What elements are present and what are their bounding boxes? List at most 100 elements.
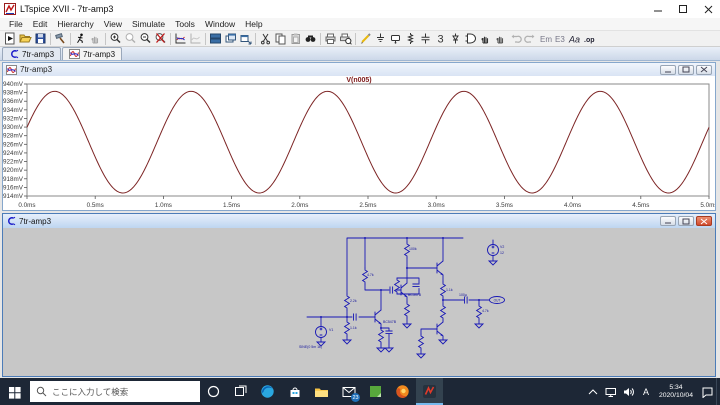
print-preview-button[interactable] xyxy=(338,32,353,46)
schematic-window-titlebar[interactable]: 7tr-amp3 xyxy=(3,214,715,228)
speaker-icon xyxy=(623,387,634,396)
system-tray: A 5:34 2020/10/04 xyxy=(584,378,720,405)
menu-file[interactable]: File xyxy=(4,19,28,29)
toolbar-separator xyxy=(50,32,51,45)
waveform-plot[interactable]: V(n005) 940mV 938mV 936mV 934mV 932mV 930mV 92… xyxy=(3,76,715,210)
place-text-button[interactable]: Aa xyxy=(568,32,583,46)
cascade-windows-button[interactable] xyxy=(223,32,238,46)
tab-schematic[interactable]: 7tr-amp3 xyxy=(2,47,62,60)
menu-view[interactable]: View xyxy=(99,19,127,29)
copy-button[interactable] xyxy=(273,32,288,46)
menu-window[interactable]: Window xyxy=(200,19,240,29)
schematic-icon xyxy=(11,49,19,59)
menu-help[interactable]: Help xyxy=(240,19,267,29)
mdi-area: 7tr-amp3 V(n005) 940mV 938mV 936mV 934mV 932… xyxy=(0,61,720,378)
start-button[interactable] xyxy=(0,378,30,405)
drag-button[interactable] xyxy=(493,32,508,46)
new-schematic-button[interactable] xyxy=(3,32,18,46)
toolbar-separator xyxy=(105,32,106,45)
zoom-in-button[interactable] xyxy=(108,32,123,46)
svg-text:4.0ms: 4.0ms xyxy=(564,202,581,209)
taskbar-mail-button[interactable]: 23 xyxy=(335,378,362,405)
ime-indicator[interactable]: A xyxy=(638,378,654,405)
paste-button[interactable] xyxy=(288,32,303,46)
taskbar-search-input[interactable]: ここに入力して検索 xyxy=(30,381,200,402)
task-view-button[interactable] xyxy=(227,378,254,405)
redo-button[interactable] xyxy=(523,32,538,46)
taskbar-edge-button[interactable] xyxy=(254,378,281,405)
tab-waveform[interactable]: 7tr-amp3 xyxy=(62,47,123,60)
component-label: 2.2k xyxy=(350,299,357,303)
child-maximize-button[interactable] xyxy=(678,216,694,226)
child-minimize-button[interactable] xyxy=(660,216,676,226)
zoom-back-button[interactable] xyxy=(123,32,138,46)
trace-title[interactable]: V(n005) xyxy=(3,77,715,84)
taskbar-sticky-notes-button[interactable] xyxy=(362,378,389,405)
net-label-out: OUT xyxy=(494,299,501,303)
minimize-button[interactable] xyxy=(645,0,670,18)
draw-wire-button[interactable] xyxy=(358,32,373,46)
find-button[interactable] xyxy=(303,32,318,46)
halt-button[interactable] xyxy=(88,32,103,46)
child-close-button[interactable] xyxy=(696,64,712,75)
close-button[interactable] xyxy=(695,0,720,18)
mirror-button[interactable]: Em xyxy=(538,32,553,46)
taskbar-firefox-button[interactable] xyxy=(389,378,416,405)
schematic-canvas[interactable]: 2.2k 1.1k 4.7k 100k 1.1k 4.7k BC547B BC5… xyxy=(3,228,715,376)
rotate-button[interactable]: E3 xyxy=(553,32,568,46)
menu-edit[interactable]: Edit xyxy=(28,19,53,29)
run-button[interactable] xyxy=(73,32,88,46)
menu-tools[interactable]: Tools xyxy=(170,19,200,29)
move-button[interactable] xyxy=(478,32,493,46)
tray-volume-button[interactable] xyxy=(620,378,638,405)
waveform-icon xyxy=(69,49,81,59)
child-close-button[interactable] xyxy=(696,216,712,226)
svg-text:1.0ms: 1.0ms xyxy=(155,202,172,209)
place-inductor-button[interactable]: 3 xyxy=(433,32,448,46)
place-net-label-button[interactable] xyxy=(388,32,403,46)
tray-network-button[interactable] xyxy=(602,378,620,405)
new-window-button[interactable] xyxy=(238,32,253,46)
place-resistor-button[interactable] xyxy=(403,32,418,46)
zoom-full-extents-button[interactable] xyxy=(153,32,168,46)
notification-icon xyxy=(702,387,712,398)
control-panel-button[interactable] xyxy=(53,32,68,46)
action-center-button[interactable] xyxy=(698,378,716,405)
tile-windows-button[interactable] xyxy=(208,32,223,46)
component-label: V2 xyxy=(500,245,504,249)
place-component-button[interactable] xyxy=(463,32,478,46)
taskbar-ltspice-button[interactable] xyxy=(416,378,443,405)
zoom-out-button[interactable] xyxy=(138,32,153,46)
print-button[interactable] xyxy=(323,32,338,46)
toolbar-separator xyxy=(70,32,71,45)
menu-simulate[interactable]: Simulate xyxy=(127,19,170,29)
child-maximize-button[interactable] xyxy=(678,64,694,75)
component-label: SINE(0 5m 1k) xyxy=(299,345,322,349)
place-ground-button[interactable] xyxy=(373,32,388,46)
plot-settings-button[interactable] xyxy=(188,32,203,46)
place-diode-button[interactable] xyxy=(448,32,463,46)
svg-text:918mV: 918mV xyxy=(3,176,24,183)
search-icon xyxy=(36,386,47,397)
document-tabbar: 7tr-amp3 7tr-amp3 xyxy=(0,47,720,61)
schematic-icon xyxy=(8,216,16,226)
taskbar-store-button[interactable] xyxy=(281,378,308,405)
autorange-y-button[interactable] xyxy=(173,32,188,46)
place-capacitor-button[interactable] xyxy=(418,32,433,46)
waveform-window-titlebar[interactable]: 7tr-amp3 xyxy=(3,63,715,76)
menu-hierarchy[interactable]: Hierarchy xyxy=(52,19,98,29)
save-button[interactable] xyxy=(33,32,48,46)
cut-button[interactable] xyxy=(258,32,273,46)
spice-directive-button[interactable]: .op xyxy=(583,32,598,46)
tray-expand-button[interactable] xyxy=(584,378,602,405)
cortana-button[interactable] xyxy=(200,378,227,405)
maximize-button[interactable] xyxy=(670,0,695,18)
undo-button[interactable] xyxy=(508,32,523,46)
waveform-icon xyxy=(6,64,17,75)
show-desktop-button[interactable] xyxy=(716,378,720,405)
ltspice-app-icon xyxy=(4,3,16,15)
taskbar-explorer-button[interactable] xyxy=(308,378,335,405)
open-button[interactable] xyxy=(18,32,33,46)
taskbar-clock[interactable]: 5:34 2020/10/04 xyxy=(659,384,693,400)
child-minimize-button[interactable] xyxy=(660,64,676,75)
